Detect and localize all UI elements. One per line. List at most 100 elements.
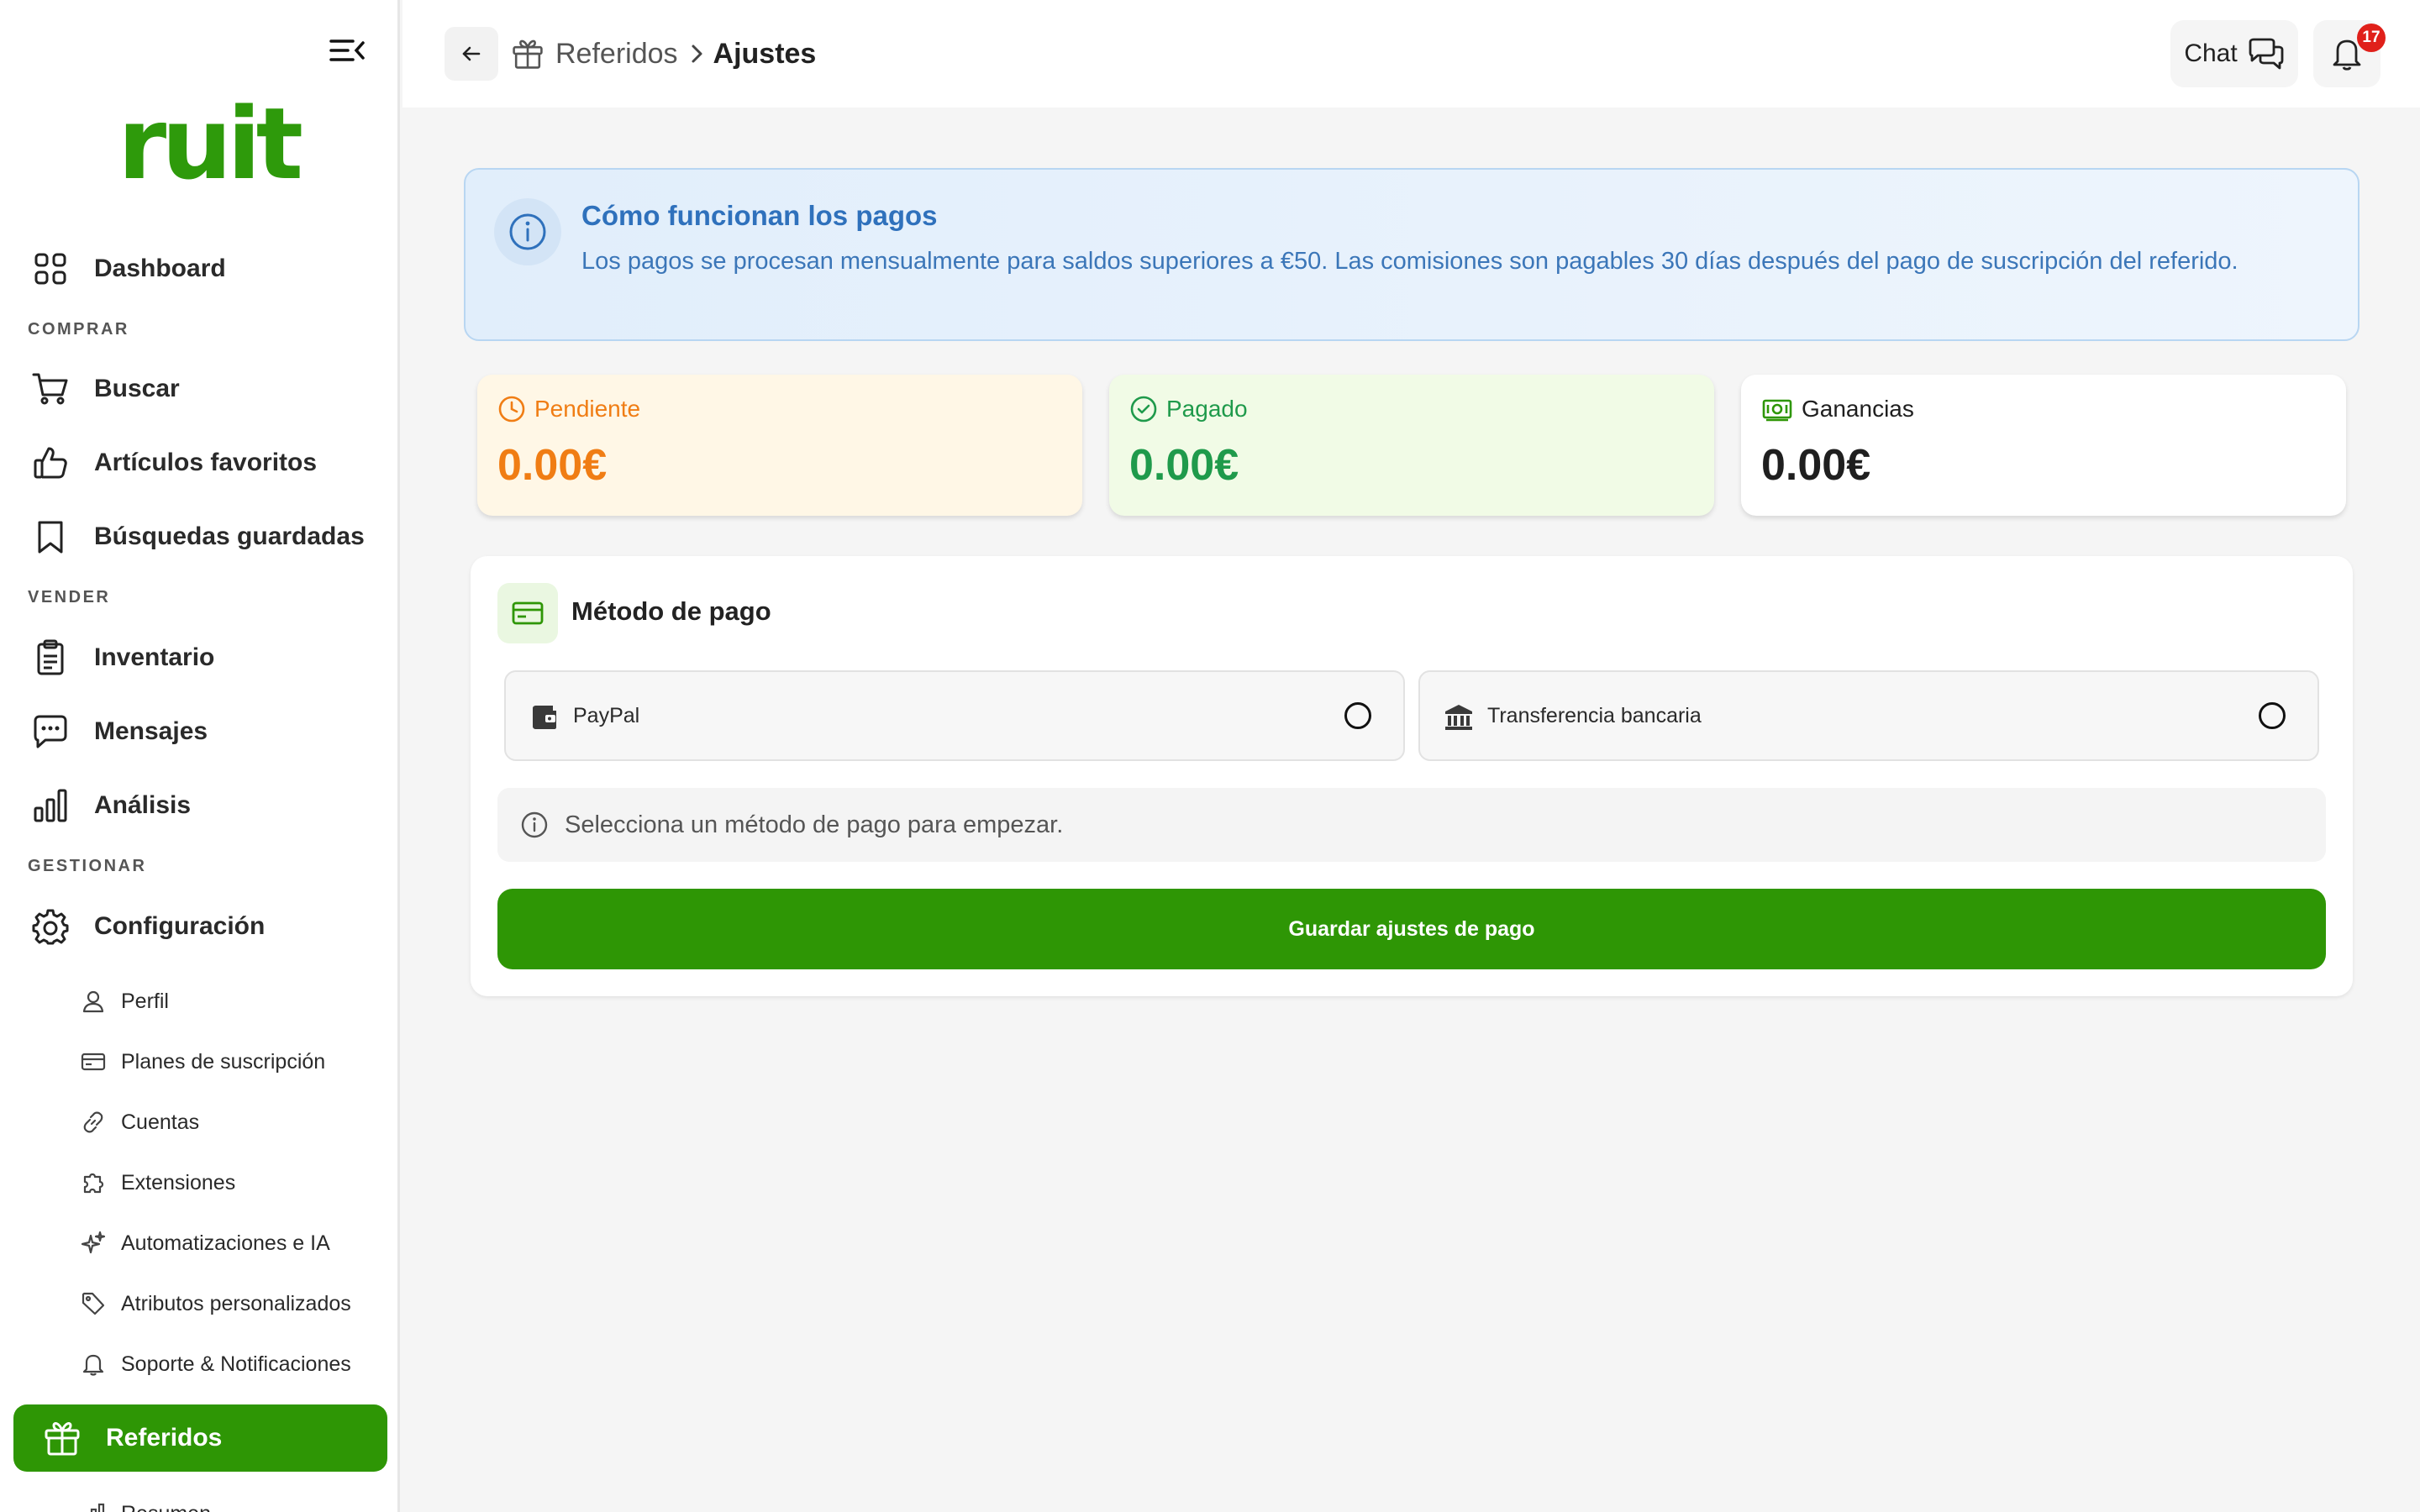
credit-card-icon (497, 583, 558, 643)
wallet-icon (529, 702, 560, 732)
clipboard-icon (29, 636, 72, 680)
payment-hint-text: Selecciona un método de pago para empeza… (565, 811, 1064, 838)
clock-icon (497, 395, 526, 423)
payments-info-box: Cómo funcionan los pagos Los pagos se pr… (464, 168, 2360, 341)
user-icon (79, 987, 108, 1016)
puzzle-icon (79, 1168, 108, 1197)
section-sell: VENDER (28, 588, 111, 606)
nav-search[interactable]: Buscar (29, 360, 381, 418)
sub-accounts[interactable]: Cuentas (79, 1097, 199, 1147)
arrow-left-icon (460, 42, 483, 66)
info-title: Cómo funcionan los pagos (581, 200, 938, 231)
notification-count-badge: 17 (2357, 24, 2386, 52)
nav-analytics[interactable]: Análisis (29, 776, 381, 835)
breadcrumb-parent[interactable]: Referidos (555, 38, 678, 71)
bank-icon (1444, 702, 1474, 732)
sub-automations[interactable]: Automatizaciones e IA (79, 1218, 330, 1268)
option-bank-transfer-label: Transferencia bancaria (1487, 704, 1702, 727)
info-icon (494, 198, 561, 265)
credit-card-icon (79, 1047, 108, 1076)
sub-extensions[interactable]: Extensiones (79, 1158, 235, 1208)
save-payment-settings-button[interactable]: Guardar ajustes de pago (497, 889, 2326, 969)
payment-hint: Selecciona un método de pago para empeza… (497, 788, 2326, 862)
sub-profile-label: Perfil (121, 989, 169, 1013)
sub-summary-label: Resumen (121, 1502, 211, 1512)
sidebar: ruit Dashboard COMPRAR Buscar Artículos … (0, 0, 400, 1512)
stat-paid-label: Pagado (1166, 396, 1248, 422)
sub-summary[interactable]: Resumen (79, 1488, 211, 1512)
nav-config-label: Configuración (94, 912, 266, 940)
stat-earnings-label: Ganancias (1802, 396, 1914, 422)
breadcrumb-current: Ajustes (713, 37, 817, 70)
sub-attributes[interactable]: Atributos personalizados (79, 1278, 351, 1329)
stat-pending-label: Pendiente (534, 396, 641, 422)
nav-saved-searches[interactable]: Búsquedas guardadas (29, 507, 381, 566)
sub-support-label: Soporte & Notificaciones (121, 1352, 351, 1376)
section-buy: COMPRAR (28, 320, 129, 339)
option-bank-transfer[interactable]: Transferencia bancaria (1418, 670, 2319, 761)
sub-plans[interactable]: Planes de suscripción (79, 1037, 325, 1087)
payment-method-card: Método de pago PayPal Transferencia banc… (471, 556, 2353, 996)
bell-icon (79, 1350, 108, 1378)
sub-accounts-label: Cuentas (121, 1110, 200, 1134)
nav-referrals-label: Referidos (106, 1424, 223, 1452)
stat-earnings: Ganancias 0.00€ (1741, 375, 2346, 516)
sub-attributes-label: Atributos personalizados (121, 1291, 351, 1315)
sub-support[interactable]: Soporte & Notificaciones (79, 1339, 351, 1389)
chat-label: Chat (2184, 39, 2238, 67)
link-icon (79, 1108, 108, 1137)
breadcrumb: Referidos Ajustes (512, 29, 816, 79)
chevron-right-icon (688, 43, 705, 65)
sub-automations-label: Automatizaciones e IA (121, 1231, 330, 1255)
sub-extensions-label: Extensiones (121, 1170, 236, 1194)
sparkles-icon (79, 1229, 108, 1257)
radio-bank-transfer[interactable] (2259, 702, 2286, 729)
gift-icon (512, 38, 544, 70)
chat-button[interactable]: Chat (2170, 20, 2298, 87)
sub-plans-label: Planes de suscripción (121, 1049, 326, 1074)
notifications-button[interactable]: 17 (2313, 20, 2386, 87)
gear-icon (29, 905, 72, 948)
menu-collapse-icon (328, 36, 366, 65)
info-icon (519, 810, 550, 840)
sub-profile[interactable]: Perfil (79, 976, 169, 1026)
stat-pending-value: 0.00€ (497, 441, 608, 490)
nav-messages[interactable]: Mensajes (29, 702, 381, 761)
stat-paid: Pagado 0.00€ (1109, 375, 1714, 516)
nav-favorites[interactable]: Artículos favoritos (29, 433, 381, 492)
nav-messages-label: Mensajes (94, 717, 208, 745)
nav-inventory-label: Inventario (94, 643, 215, 671)
radio-paypal[interactable] (1344, 702, 1371, 729)
payment-method-title: Método de pago (571, 596, 771, 626)
cart-icon (29, 367, 72, 411)
stat-earnings-value: 0.00€ (1761, 441, 1871, 490)
nav-referrals[interactable]: Referidos (13, 1404, 387, 1472)
grid-icon (29, 247, 72, 291)
chat-bubbles-icon (2248, 37, 2285, 71)
back-button[interactable] (445, 27, 498, 81)
top-bar: Referidos Ajustes Chat 17 (402, 0, 2420, 108)
option-paypal-label: PayPal (573, 704, 640, 727)
option-paypal[interactable]: PayPal (504, 670, 1405, 761)
stat-paid-value: 0.00€ (1129, 441, 1239, 490)
message-icon (29, 710, 72, 753)
banknote-icon (1761, 395, 1793, 423)
nav-inventory[interactable]: Inventario (29, 628, 381, 687)
nav-search-label: Buscar (94, 375, 180, 402)
nav-saved-searches-label: Búsquedas guardadas (94, 522, 365, 550)
nav-dashboard[interactable]: Dashboard (29, 239, 381, 298)
nav-config[interactable]: Configuración (29, 897, 381, 956)
check-circle-icon (1129, 395, 1158, 423)
bar-chart-icon (79, 1499, 108, 1512)
bookmark-icon (29, 515, 72, 559)
nav-dashboard-label: Dashboard (94, 255, 226, 282)
section-manage: GESTIONAR (28, 857, 147, 875)
tag-icon (79, 1289, 108, 1318)
thumbs-up-icon (29, 441, 72, 485)
nav-favorites-label: Artículos favoritos (94, 449, 318, 476)
collapse-sidebar-button[interactable] (324, 32, 370, 69)
nav-analytics-label: Análisis (94, 791, 192, 819)
stat-pending: Pendiente 0.00€ (477, 375, 1082, 516)
bar-chart-icon (29, 784, 72, 827)
logo: ruit (118, 86, 303, 202)
